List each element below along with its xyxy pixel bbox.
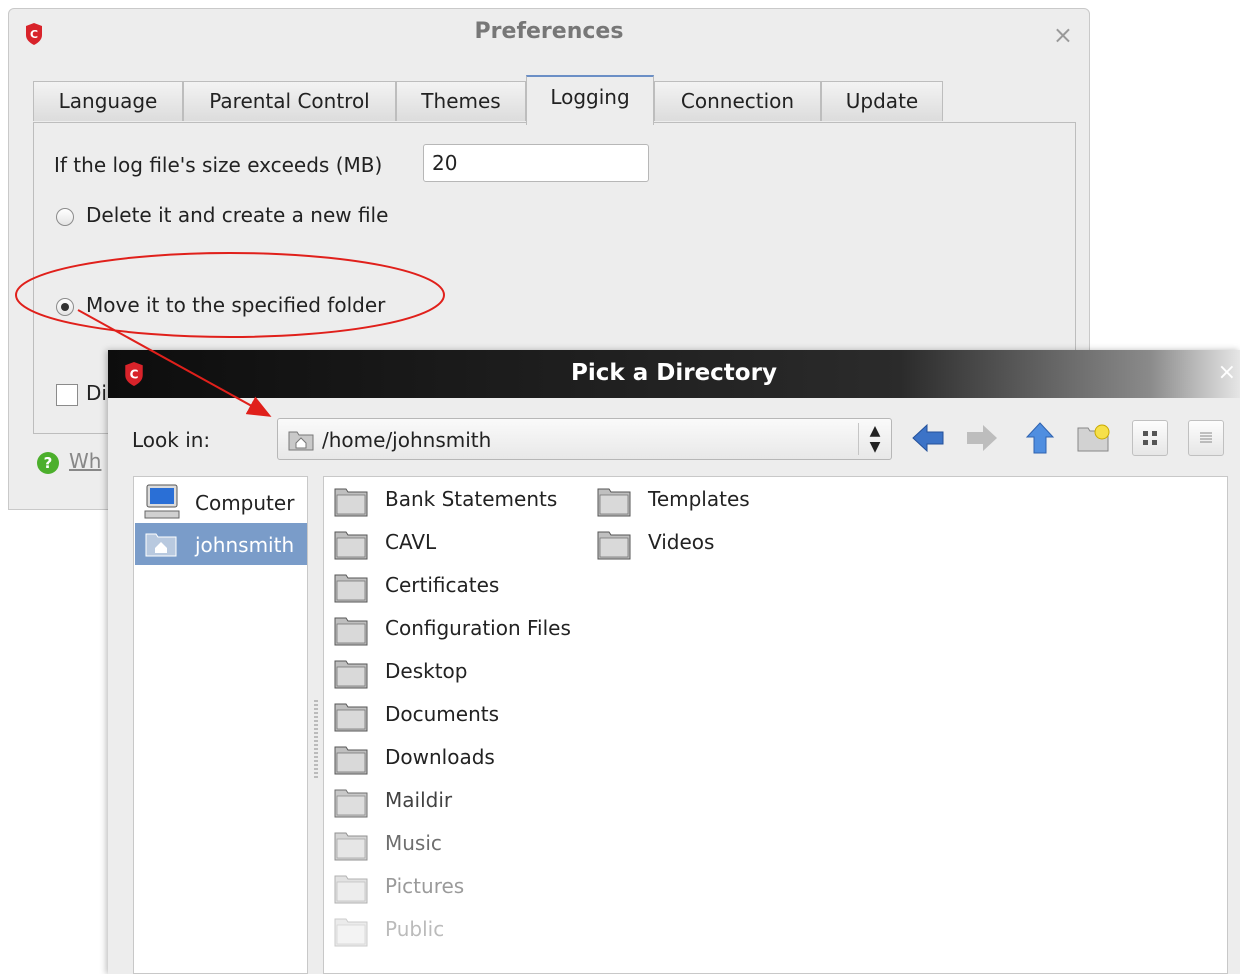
- folder-label: Maildir: [385, 788, 453, 812]
- current-path: /home/johnsmith: [322, 428, 492, 452]
- close-icon[interactable]: ×: [1218, 360, 1236, 385]
- place-computer[interactable]: Computer: [135, 481, 307, 523]
- combo-spinner-icon[interactable]: ▲ ▼: [858, 423, 891, 455]
- places-sidebar: Computer johnsmith: [133, 476, 308, 974]
- tab-update[interactable]: Update: [821, 81, 943, 121]
- home-folder-icon: [145, 531, 177, 562]
- tab-connection[interactable]: Connection: [654, 81, 821, 121]
- folder-label: Documents: [385, 702, 500, 726]
- folder-label: Videos: [648, 530, 715, 554]
- folder-icon: [334, 915, 368, 952]
- log-checkbox-row[interactable]: Di: [56, 381, 107, 406]
- folder-label: Desktop: [385, 659, 468, 683]
- folder-icon: [334, 829, 368, 866]
- folder-label: Music: [385, 831, 442, 855]
- folder-label: Templates: [648, 487, 750, 511]
- folder-icon: [334, 614, 368, 651]
- folder-icon: [334, 700, 368, 737]
- folder-icon: [334, 657, 368, 694]
- folder-list: Bank Statements CAVL Certificates Configura…: [323, 476, 1228, 974]
- folder-icon: [334, 528, 368, 565]
- folder-label: Public: [385, 917, 445, 941]
- close-icon[interactable]: ×: [1053, 21, 1073, 49]
- preferences-title: Preferences: [474, 19, 624, 44]
- folder-icon: [334, 571, 368, 608]
- back-arrow-icon[interactable]: [910, 420, 946, 456]
- computer-icon: [143, 483, 181, 526]
- tab-logging[interactable]: Logging: [526, 75, 654, 125]
- tab-themes[interactable]: Themes: [396, 81, 526, 121]
- icon-view-icon[interactable]: [1132, 420, 1168, 456]
- forward-arrow-icon[interactable]: [964, 420, 1000, 456]
- pane-splitter[interactable]: [314, 700, 318, 780]
- tab-parental-control[interactable]: Parental Control: [183, 81, 396, 121]
- folder-icon: [597, 485, 631, 522]
- folder-icon: [597, 528, 631, 565]
- folder-label: Configuration Files: [385, 616, 571, 640]
- place-label: johnsmith: [195, 533, 295, 557]
- look-in-label: Look in:: [132, 428, 211, 452]
- picker-titlebar[interactable]: C Pick a Directory ×: [108, 350, 1240, 398]
- log-size-label: If the log file's size exceeds (MB): [54, 153, 383, 177]
- delete-option-label: Delete it and create a new file: [86, 203, 389, 227]
- picker-title: Pick a Directory: [571, 360, 777, 386]
- home-folder-icon: [288, 429, 314, 456]
- delete-option-row[interactable]: Delete it and create a new file: [56, 203, 388, 227]
- preferences-tabs: Language Parental Control Themes Logging…: [33, 75, 953, 125]
- folder-icon: [334, 786, 368, 823]
- list-view-icon[interactable]: [1188, 420, 1224, 456]
- folder-label: Pictures: [385, 874, 465, 898]
- preferences-titlebar[interactable]: C Preferences ×: [9, 9, 1089, 57]
- place-johnsmith[interactable]: johnsmith: [135, 523, 307, 565]
- up-arrow-icon[interactable]: [1022, 420, 1058, 456]
- delete-radio[interactable]: [56, 207, 74, 226]
- log-checkbox[interactable]: [56, 383, 78, 406]
- folder-label: Bank Statements: [385, 487, 558, 511]
- place-label: Computer: [195, 491, 295, 515]
- folder-label: Certificates: [385, 573, 500, 597]
- pick-directory-dialog: C Pick a Directory × Look in: /home/john…: [108, 350, 1240, 974]
- move-option-row[interactable]: Move it to the specified folder: [56, 293, 385, 317]
- look-in-combo[interactable]: /home/johnsmith ▲ ▼: [277, 418, 892, 460]
- tab-language[interactable]: Language: [33, 81, 183, 121]
- folder-icon: [334, 743, 368, 780]
- folder-label: Downloads: [385, 745, 495, 769]
- move-radio[interactable]: [56, 297, 74, 316]
- folder-label: CAVL: [385, 530, 437, 554]
- help-icon: ?: [37, 451, 59, 474]
- help-link-label[interactable]: Wh: [69, 449, 101, 473]
- log-size-input[interactable]: [423, 144, 649, 182]
- help-link[interactable]: ? Wh: [37, 449, 101, 474]
- folder-icon: [334, 872, 368, 909]
- folder-icon: [334, 485, 368, 522]
- log-checkbox-label: Di: [86, 381, 107, 405]
- new-folder-icon[interactable]: [1076, 420, 1112, 456]
- move-option-label: Move it to the specified folder: [86, 293, 386, 317]
